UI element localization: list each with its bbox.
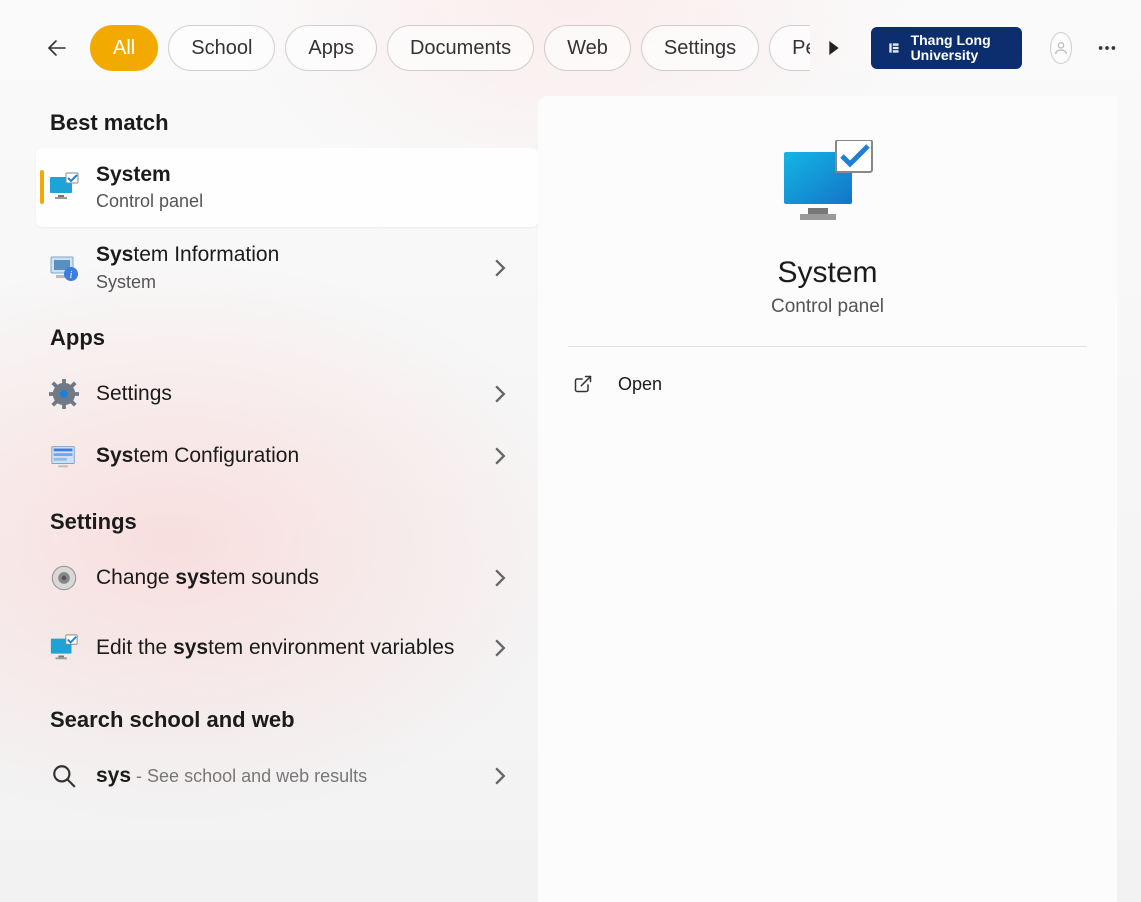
section-heading-apps: Apps [0,299,538,363]
tab-web[interactable]: Web [544,25,631,71]
tab-settings[interactable]: Settings [641,25,759,71]
result-title: System Configuration [96,443,480,469]
tab-label: All [113,37,135,60]
chevron-right-icon [494,639,506,657]
tab-all[interactable]: All [90,25,158,71]
search-content: Best match System Control panel i System… [0,96,1141,902]
detail-title: System [777,256,877,290]
result-title: Edit the system environment variables [96,635,456,661]
speaker-icon [48,562,80,594]
chevron-right-icon [494,569,506,587]
org-logo-icon [887,37,901,59]
result-change-system-sounds[interactable]: Change system sounds [0,547,538,609]
result-title: Change system sounds [96,565,480,591]
results-pane: Best match System Control panel i System… [0,96,538,902]
result-title: System [96,162,480,188]
result-labels: sys - See school and web results [80,763,480,789]
tab-apps[interactable]: Apps [285,25,377,71]
chevron-right-icon [494,447,506,465]
more-options-button[interactable] [1096,30,1119,66]
detail-subtitle: Control panel [771,296,884,318]
monitor-check-icon [48,171,80,203]
section-heading-settings: Settings [0,487,538,547]
expand-chevron[interactable] [480,385,520,403]
gear-icon [48,378,80,410]
result-subtitle: Control panel [96,190,480,213]
search-header: All School Apps Documents Web Settings P… [0,0,1141,96]
detail-pane: System Control panel Open [538,96,1117,902]
back-button[interactable] [44,28,70,68]
caret-right-icon [827,41,841,55]
monitor-check-icon [48,632,80,664]
tab-label: Settings [664,37,736,60]
org-name: Thang Long University [911,32,991,63]
ellipsis-icon [1096,37,1118,59]
msconfig-icon [48,440,80,472]
tab-school[interactable]: School [168,25,275,71]
section-heading-web: Search school and web [0,687,538,745]
section-heading-best-match: Best match [0,96,538,148]
result-title: System Information [96,242,480,268]
result-search-web[interactable]: sys - See school and web results [0,745,538,807]
tab-label: School [191,37,252,60]
tab-label: Peo [792,37,810,60]
computer-info-icon: i [48,252,80,284]
monitor-check-icon [780,136,876,232]
svg-text:i: i [70,270,73,281]
person-icon [1053,40,1069,56]
expand-chevron[interactable] [480,639,520,657]
detail-hero: System Control panel [568,136,1087,347]
result-system-configuration[interactable]: System Configuration [0,425,538,487]
result-system[interactable]: System Control panel [36,148,538,227]
result-subtitle: System [96,271,480,294]
search-scope-tabs: All School Apps Documents Web Settings P… [90,25,810,71]
result-settings-app[interactable]: Settings [0,363,538,425]
result-title: Settings [96,381,480,407]
expand-chevron[interactable] [480,569,520,587]
chevron-right-icon [494,767,506,785]
action-label: Open [618,374,662,395]
expand-chevron[interactable] [480,447,520,465]
chevron-right-icon [494,385,506,403]
result-system-information[interactable]: i System Information System [0,237,538,299]
user-avatar[interactable] [1050,32,1072,64]
tab-label: Apps [308,37,354,60]
tab-label: Documents [410,37,511,60]
organization-badge[interactable]: Thang Long University [871,27,1022,69]
chevron-right-icon [494,259,506,277]
web-hint: - See school and web results [131,766,367,786]
search-icon [48,760,80,792]
tabs-scroll-right-button[interactable] [822,29,847,67]
selection-marker [40,170,44,204]
arrow-left-icon [45,36,69,60]
result-labels: System Information System [80,242,480,293]
tab-documents[interactable]: Documents [387,25,534,71]
open-external-icon [572,373,594,395]
action-open[interactable]: Open [568,347,1087,421]
expand-chevron[interactable] [480,767,520,785]
web-query: sys [96,764,131,787]
expand-chevron[interactable] [480,259,520,277]
tab-label: Web [567,37,608,60]
tab-people-truncated[interactable]: Peo [769,25,810,71]
result-edit-env-variables[interactable]: Edit the system environment variables [0,609,538,687]
result-labels: System Control panel [80,162,480,213]
